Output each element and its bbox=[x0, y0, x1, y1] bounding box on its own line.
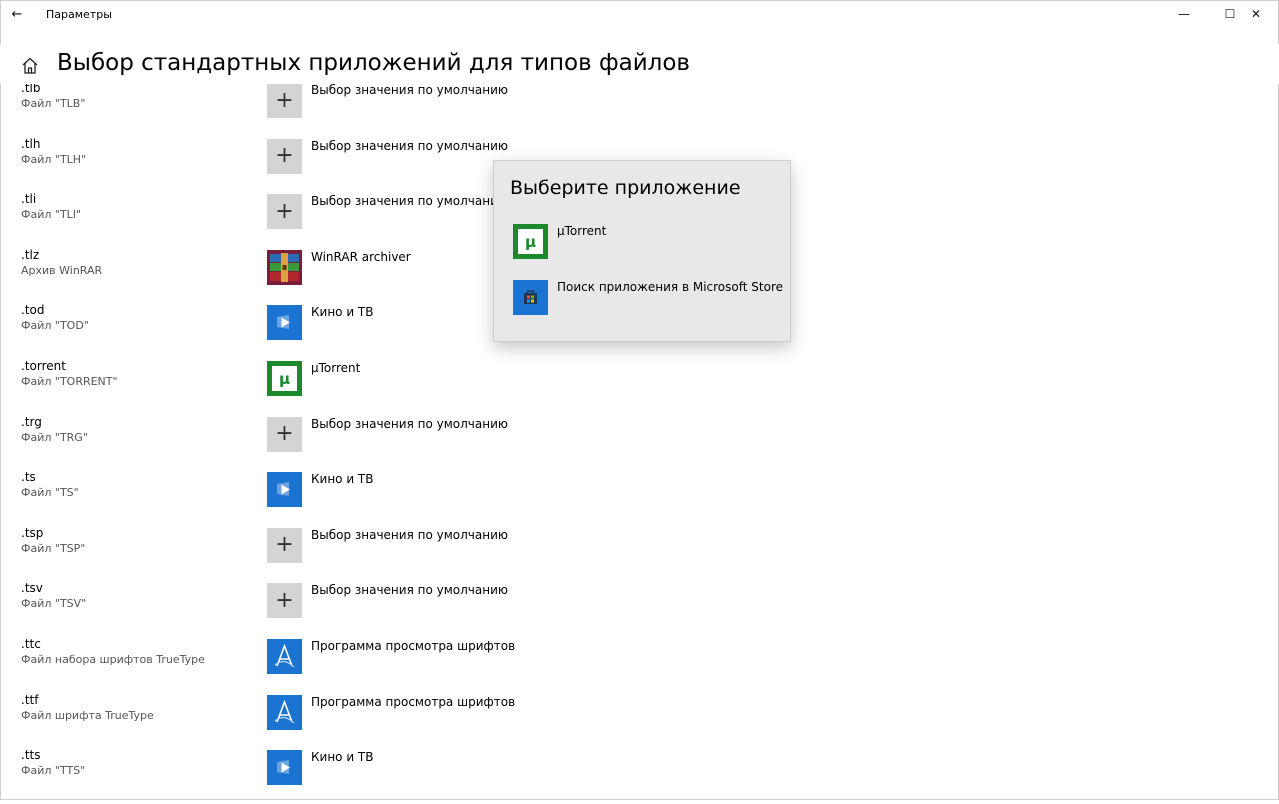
file-type-row: .ts Файл "TS" Кино и ТВ bbox=[0, 470, 700, 526]
default-app-label: WinRAR archiver bbox=[311, 249, 411, 264]
file-type-description: Файл "TLH" bbox=[21, 152, 87, 166]
file-type-description: Архив WinRAR bbox=[21, 263, 103, 277]
file-type-row: .tlb Файл "TLB" + Выбор значения по умолчан… bbox=[0, 81, 700, 137]
default-app-label: Программа просмотра шрифтов bbox=[311, 694, 516, 709]
file-type-description: Файл шрифта TrueType bbox=[21, 708, 154, 722]
movies-tv-icon bbox=[267, 750, 302, 786]
file-type-description: Файл "TLB" bbox=[21, 97, 86, 110]
utorrent-icon: µ bbox=[267, 361, 302, 396]
font-viewer-icon bbox=[267, 639, 302, 674]
file-type-description: Файл набора шрифтов TrueType bbox=[21, 653, 205, 666]
default-app-label: Выбор значения по умолчанию bbox=[311, 138, 508, 153]
file-extension: .tsp bbox=[21, 525, 44, 540]
file-extension: .trg bbox=[21, 414, 42, 429]
movies-tv-icon bbox=[267, 305, 302, 341]
default-app-label: Выбор значения по умолчанию bbox=[311, 194, 508, 209]
default-app-button[interactable]: Кино и ТВ bbox=[267, 305, 374, 341]
default-app-button[interactable]: Кино и ТВ bbox=[267, 750, 374, 786]
file-type-row: .trg Файл "TRG" + Выбор значения по умолчан… bbox=[0, 415, 700, 471]
movies-tv-icon bbox=[267, 472, 302, 508]
default-app-label: Кино и ТВ bbox=[311, 305, 374, 320]
plus-icon: + bbox=[267, 83, 302, 118]
popup-item-label: µTorrent bbox=[557, 224, 607, 238]
popup-item-store[interactable]: Поиск приложения в Microsoft Store bbox=[513, 280, 783, 316]
plus-icon: + bbox=[267, 138, 302, 174]
default-app-button[interactable]: + Выбор значения по умолчанию bbox=[267, 194, 508, 230]
file-type-description: Файл "TSV" bbox=[21, 597, 87, 611]
popup-title: Выберите приложение bbox=[510, 177, 741, 199]
default-app-label: Выбор значения по умолчанию bbox=[311, 416, 508, 431]
store-icon bbox=[513, 280, 548, 315]
default-app-label: Выбор значения по умолчанию bbox=[311, 527, 508, 542]
default-app-label: µTorrent bbox=[311, 361, 361, 375]
file-type-description: Файл "TSP" bbox=[21, 541, 86, 555]
file-type-row: .torrent Файл "TORRENT" µ µTorrent bbox=[0, 359, 700, 415]
plus-icon: + bbox=[267, 583, 302, 619]
page-title: Выбор стандартных приложений для типов ф… bbox=[57, 50, 690, 76]
page-header: Выбор стандартных приложений для типов ф… bbox=[0, 44, 1279, 84]
default-app-label: Выбор значения по умолчанию bbox=[311, 83, 508, 97]
file-extension: .ttc bbox=[21, 637, 41, 651]
default-app-button[interactable]: WinRAR archiver bbox=[267, 249, 411, 286]
plus-icon: + bbox=[267, 416, 302, 452]
file-type-row: .ttf Файл шрифта TrueType Программа просмо… bbox=[0, 693, 700, 749]
home-icon[interactable] bbox=[20, 56, 40, 76]
default-app-button[interactable]: + Выбор значения по умолчанию bbox=[267, 416, 508, 453]
default-app-button[interactable]: Программа просмотра шрифтов bbox=[267, 694, 516, 731]
file-type-row: .tsp Файл "TSP" + Выбор значения по умолчан… bbox=[0, 526, 700, 582]
file-extension: .tod bbox=[21, 303, 45, 318]
default-app-button[interactable]: + Выбор значения по умолчанию bbox=[267, 138, 508, 175]
file-type-description: Файл "TTS" bbox=[21, 764, 86, 778]
file-type-row: .ttc Файл набора шрифтов TrueType Программ… bbox=[0, 637, 700, 693]
file-type-row: .tts Файл "TTS" Кино и ТВ bbox=[0, 748, 700, 804]
file-extension: .tlh bbox=[21, 136, 41, 151]
default-app-label: Программа просмотра шрифтов bbox=[311, 639, 516, 653]
default-app-label: Кино и ТВ bbox=[311, 472, 374, 487]
file-type-row: .tsv Файл "TSV" + Выбор значения по умолчан… bbox=[0, 581, 700, 637]
file-extension: .tts bbox=[21, 748, 41, 763]
popup-item-label: Поиск приложения в Microsoft Store bbox=[557, 280, 783, 294]
file-type-description: Файл "TRG" bbox=[21, 430, 88, 444]
file-type-description: Файл "TORRENT" bbox=[21, 375, 118, 388]
file-extension: .tsv bbox=[21, 581, 43, 596]
utorrent-icon: µ bbox=[513, 224, 548, 259]
default-app-label: Кино и ТВ bbox=[311, 750, 374, 765]
file-type-description: Файл "TLI" bbox=[21, 208, 82, 222]
winrar-icon bbox=[267, 249, 302, 285]
font-viewer-icon bbox=[267, 694, 302, 730]
popup-item-utorrent[interactable]: µ µTorrent bbox=[513, 224, 773, 260]
file-extension: .ttf bbox=[21, 692, 39, 707]
default-app-button[interactable]: + Выбор значения по умолчанию bbox=[267, 583, 508, 619]
choose-app-popup: Выберите приложение µ µTorrent Поиск при… bbox=[493, 160, 791, 342]
default-app-button[interactable]: Программа просмотра шрифтов bbox=[267, 639, 515, 675]
default-app-button[interactable]: Кино и ТВ bbox=[267, 472, 374, 508]
plus-icon: + bbox=[267, 527, 302, 563]
default-app-label: Выбор значения по умолчанию bbox=[311, 583, 508, 598]
file-type-description: Файл "TS" bbox=[21, 486, 79, 500]
file-extension: .tlz bbox=[21, 247, 40, 262]
default-app-button[interactable]: + Выбор значения по умолчанию bbox=[267, 83, 508, 119]
plus-icon: + bbox=[267, 194, 302, 230]
file-extension: .tli bbox=[21, 192, 37, 207]
default-app-button[interactable]: + Выбор значения по умолчанию bbox=[267, 527, 508, 564]
file-type-description: Файл "TOD" bbox=[21, 319, 89, 333]
file-extension: .torrent bbox=[21, 359, 66, 373]
default-app-button[interactable]: µ µTorrent bbox=[267, 361, 360, 397]
file-extension: .ts bbox=[21, 470, 36, 485]
file-type-list: .tlb Файл "TLB" + Выбор значения по умолчан… bbox=[0, 0, 1279, 800]
